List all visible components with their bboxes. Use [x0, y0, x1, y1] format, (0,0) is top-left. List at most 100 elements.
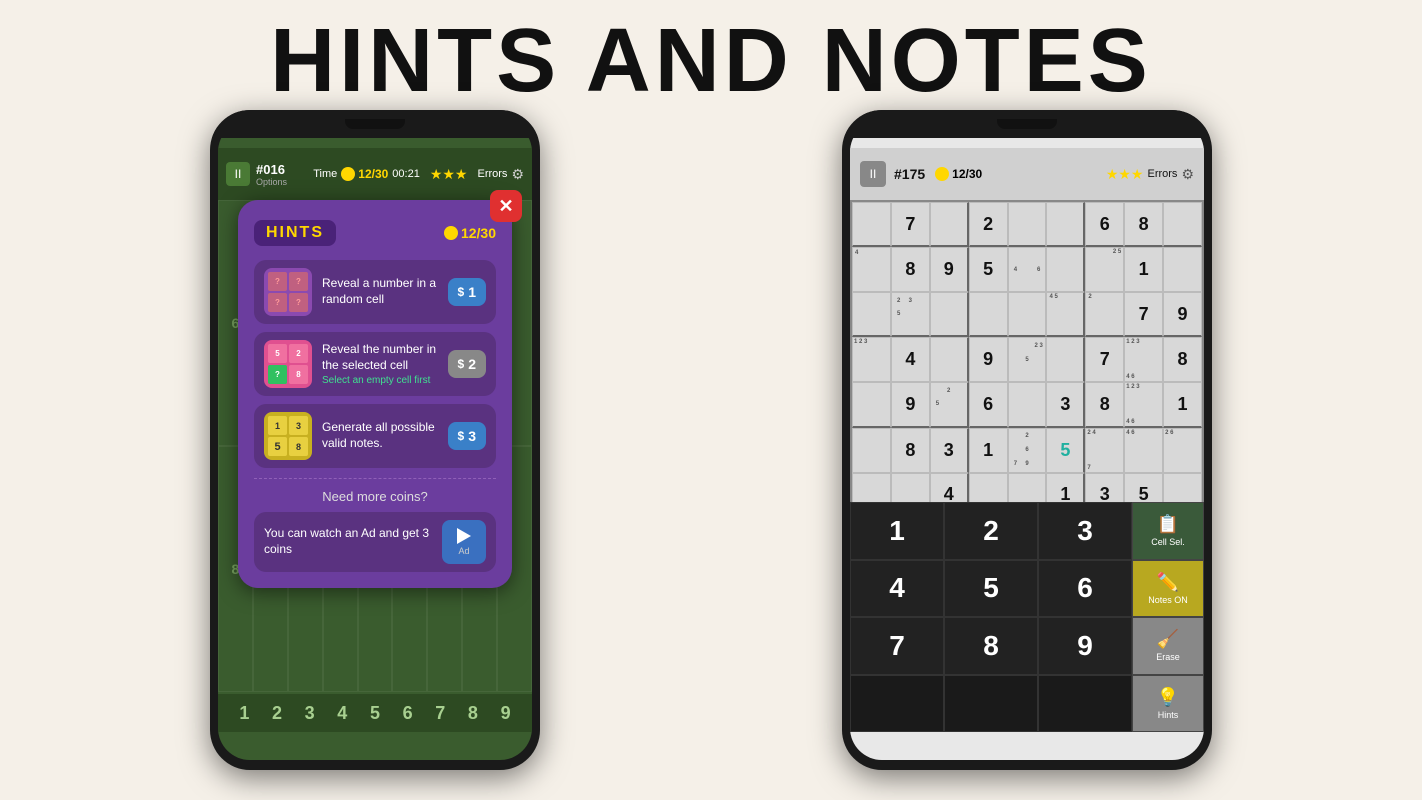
cell-r-2-2[interactable] [930, 292, 969, 337]
numpad-3[interactable]: 3 [1038, 502, 1132, 560]
cell-r-0-6[interactable]: 6 [1085, 202, 1124, 247]
cell-r-2-7[interactable]: 7 [1124, 292, 1163, 337]
hint-selected-cell[interactable]: 5 2 ? 8 Reveal the number in the selecte… [254, 332, 496, 396]
hints-title: HINTS [254, 220, 336, 246]
play-icon [457, 528, 471, 544]
cell-r-5-8[interactable]: 2 6 [1163, 428, 1202, 473]
erase-button[interactable]: 🧹 Erase [1132, 617, 1204, 675]
hint-notes-icon: 1 3 5 8 [264, 412, 312, 460]
right-phone: II #175 12/30 ★★★ Errors ⚙ 7 2 [842, 110, 1212, 770]
cell-r-1-8[interactable] [1163, 247, 1202, 292]
left-phone-notch [210, 110, 540, 138]
cell-r-3-3[interactable]: 9 [969, 337, 1008, 382]
watch-ad-item[interactable]: You can watch an Ad and get 3 coins Ad [254, 512, 496, 572]
cell-r-0-7[interactable]: 8 [1124, 202, 1163, 247]
cell-r-1-1[interactable]: 8 [891, 247, 930, 292]
numpad-5[interactable]: 5 [944, 560, 1038, 618]
cell-r-5-7[interactable]: 4 6 [1124, 428, 1163, 473]
cell-r-4-6[interactable]: 8 [1085, 382, 1124, 427]
hint-notes[interactable]: 1 3 5 8 Generate all possible valid note… [254, 404, 496, 468]
cell-r-2-3[interactable] [969, 292, 1008, 337]
numpad-1[interactable]: 1 [850, 502, 944, 560]
cell-r-0-3[interactable]: 2 [969, 202, 1008, 247]
cell-r-1-4[interactable]: 46 [1008, 247, 1047, 292]
cell-r-5-2[interactable]: 3 [930, 428, 969, 473]
more-coins-label: Need more coins? [254, 489, 496, 504]
cell-sel-button[interactable]: 📋 Cell Sel. [1132, 502, 1204, 560]
cell-r-0-1[interactable]: 7 [891, 202, 930, 247]
right-gear-icon[interactable]: ⚙ [1181, 166, 1194, 183]
cell-r-5-1[interactable]: 8 [891, 428, 930, 473]
number-row: 1 2 3 4 5 6 7 8 9 [218, 694, 532, 732]
cell-r-2-1[interactable]: 23 5 [891, 292, 930, 337]
hints-divider [254, 478, 496, 479]
cell-r-2-0[interactable] [852, 292, 891, 337]
hints-coins-display: 12/30 [444, 225, 496, 241]
numpad-4[interactable]: 4 [850, 560, 944, 618]
cell-r-1-7[interactable]: 1 [1124, 247, 1163, 292]
cell-r-4-5[interactable]: 3 [1046, 382, 1085, 427]
cell-r-4-4[interactable] [1008, 382, 1047, 427]
cell-r-0-4[interactable] [1008, 202, 1047, 247]
cell-r-3-2[interactable] [930, 337, 969, 382]
numpad-9[interactable]: 9 [1038, 617, 1132, 675]
cell-r-1-2[interactable]: 9 [930, 247, 969, 292]
watch-ad-text: You can watch an Ad and get 3 coins [264, 526, 432, 557]
cell-r-3-8[interactable]: 8 [1163, 337, 1202, 382]
cell-r-1-0[interactable]: 4 [852, 247, 891, 292]
stars-display: ★★★ [430, 166, 468, 183]
watch-ad-button[interactable]: Ad [442, 520, 486, 564]
cell-r-2-6[interactable]: 2 [1085, 292, 1124, 337]
hints-header: HINTS 12/30 [254, 220, 496, 246]
cell-r-3-4[interactable]: 2 3 5 [1008, 337, 1047, 382]
cell-r-1-6[interactable]: 2 5 [1085, 247, 1124, 292]
options-gear-icon[interactable]: ⚙ [511, 166, 524, 183]
cell-r-5-0[interactable] [852, 428, 891, 473]
pause-button[interactable]: II [226, 162, 250, 186]
notes-on-button[interactable]: ✏️ Notes ON [1132, 560, 1204, 618]
numpad-7[interactable]: 7 [850, 617, 944, 675]
cell-r-5-4[interactable]: 2 6 79 [1008, 428, 1047, 473]
numpad-2[interactable]: 2 [944, 502, 1038, 560]
cell-r-2-5[interactable]: 4 5 [1046, 292, 1085, 337]
hints-modal: ✕ HINTS 12/30 ? ? ? ? [238, 200, 512, 588]
hint-notes-cost: $ 3 [448, 422, 486, 450]
cell-r-3-6[interactable]: 7 [1085, 337, 1124, 382]
cell-r-0-5[interactable] [1046, 202, 1085, 247]
topbar-coins: 12/30 [341, 167, 388, 181]
cell-r-1-3[interactable]: 5 [969, 247, 1008, 292]
cell-r-3-0[interactable]: 1 2 3 [852, 337, 891, 382]
numpad-8[interactable]: 8 [944, 617, 1038, 675]
numpad: 1 2 3 📋 Cell Sel. 4 5 6 ✏️ Notes ON 7 8 … [850, 502, 1204, 732]
cell-r-5-5[interactable]: 5 [1046, 428, 1085, 473]
cell-r-5-3[interactable]: 1 [969, 428, 1008, 473]
cell-r-5-6[interactable]: 2 4 7 [1085, 428, 1124, 473]
hint-random-cell[interactable]: ? ? ? ? Reveal a number in a random cell… [254, 260, 496, 324]
cell-r-1-5[interactable] [1046, 247, 1085, 292]
cell-r-2-8[interactable]: 9 [1163, 292, 1202, 337]
right-topbar-coins: 12/30 [935, 167, 1106, 181]
hints-button-right[interactable]: 💡 Hints [1132, 675, 1204, 733]
cell-r-2-4[interactable] [1008, 292, 1047, 337]
cell-r-4-2[interactable]: 2 5 [930, 382, 969, 427]
hint-random-text: Reveal a number in a random cell [322, 276, 438, 307]
numpad-6[interactable]: 6 [1038, 560, 1132, 618]
numpad-empty1 [850, 675, 944, 733]
cell-r-3-7[interactable]: 1 2 3 4 6 [1124, 337, 1163, 382]
cell-r-0-0[interactable] [852, 202, 891, 247]
cell-r-4-8[interactable]: 1 [1163, 382, 1202, 427]
left-phone: 6 7 3 8 I [210, 110, 540, 770]
cell-r-3-1[interactable]: 4 [891, 337, 930, 382]
hints-icon: 💡 [1157, 687, 1179, 708]
cell-r-0-8[interactable] [1163, 202, 1202, 247]
right-phone-screen: II #175 12/30 ★★★ Errors ⚙ 7 2 [850, 120, 1204, 760]
cell-r-4-3[interactable]: 6 [969, 382, 1008, 427]
cell-r-3-5[interactable] [1046, 337, 1085, 382]
hints-close-button[interactable]: ✕ [490, 190, 522, 222]
cell-r-0-2[interactable] [930, 202, 969, 247]
hint-random-icon: ? ? ? ? [264, 268, 312, 316]
right-pause-button[interactable]: II [860, 161, 886, 187]
cell-r-4-0[interactable] [852, 382, 891, 427]
cell-r-4-1[interactable]: 9 [891, 382, 930, 427]
cell-r-4-7[interactable]: 1 2 3 4 6 [1124, 382, 1163, 427]
